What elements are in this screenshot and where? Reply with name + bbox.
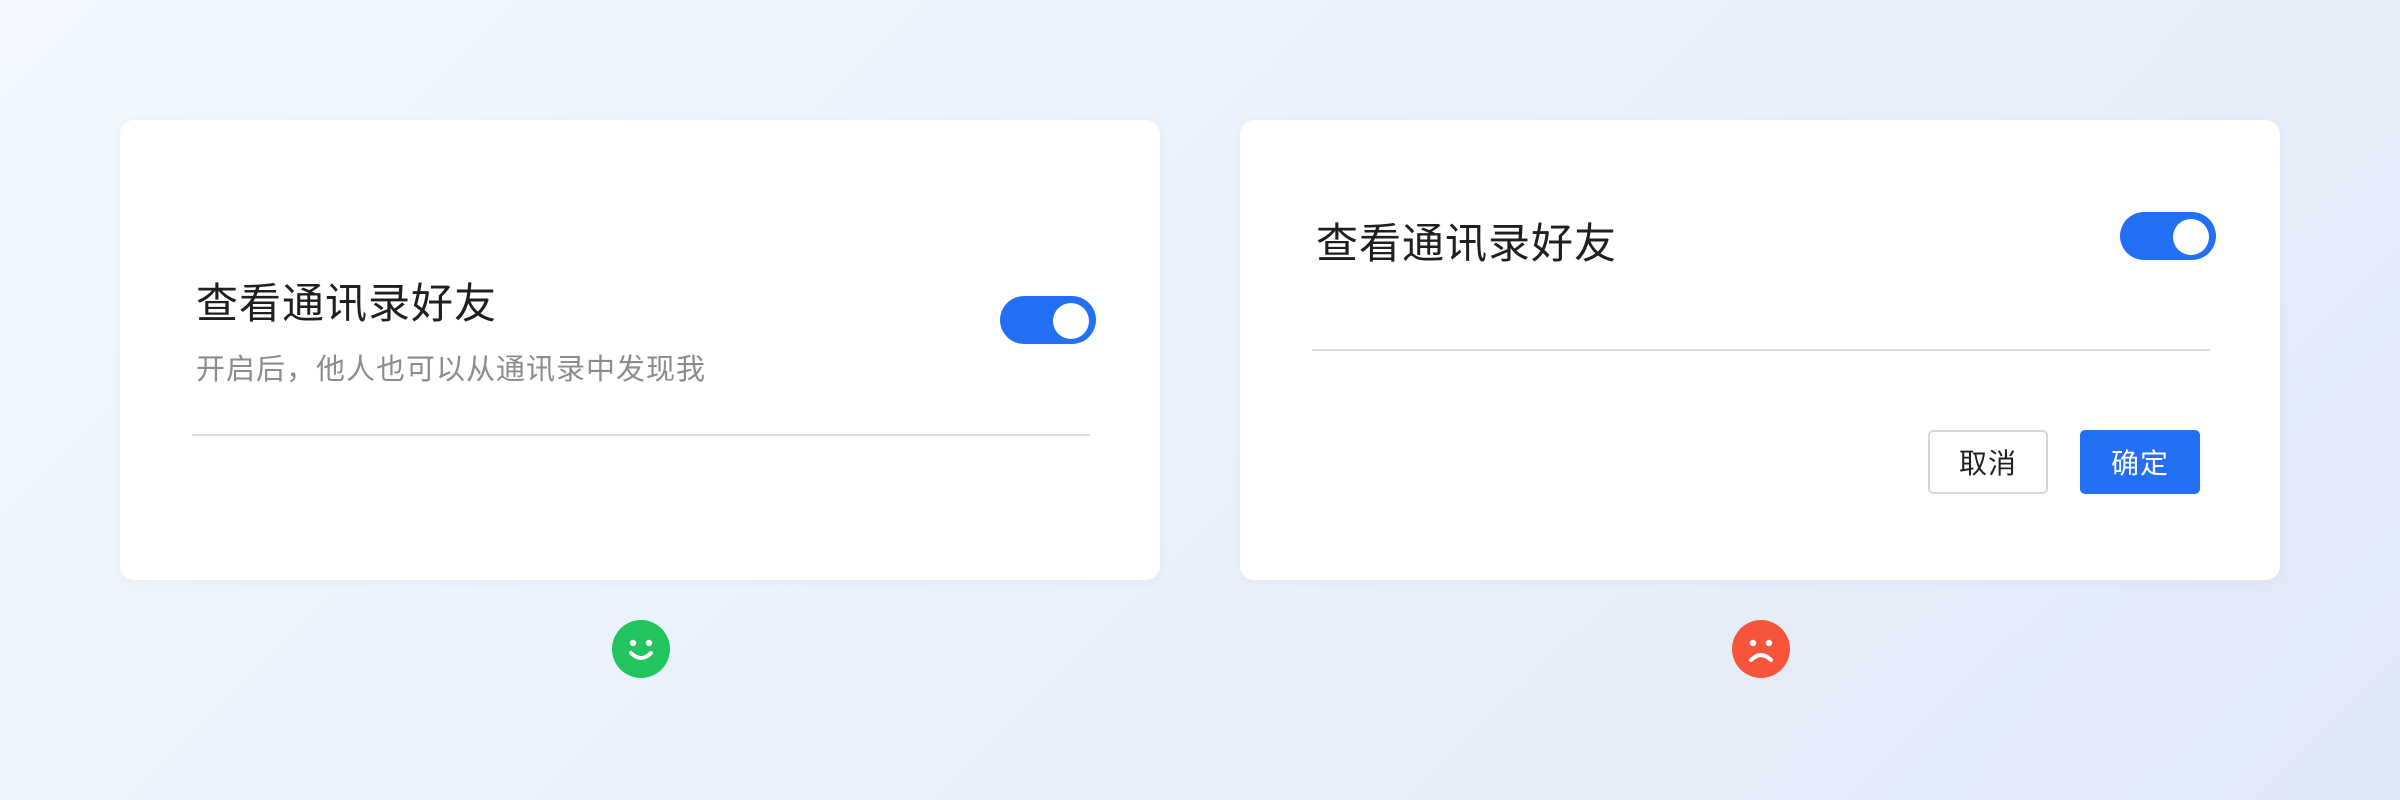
setting-description: 开启后，他人也可以从通讯录中发现我: [196, 352, 707, 386]
cancel-button[interactable]: 取消: [1928, 430, 2048, 494]
contacts-discovery-toggle[interactable]: [1000, 296, 1096, 344]
divider: [192, 434, 1090, 436]
contacts-discovery-toggle[interactable]: [2120, 212, 2216, 260]
toggle-knob: [2173, 219, 2209, 255]
divider: [1312, 349, 2210, 351]
confirm-button[interactable]: 确定: [2080, 430, 2200, 494]
toggle-knob: [1053, 303, 1089, 339]
setting-title: 查看通讯录好友: [196, 279, 498, 328]
good-example-card: 查看通讯录好友 开启后，他人也可以从通讯录中发现我: [120, 120, 1160, 580]
setting-title: 查看通讯录好友: [1316, 219, 1618, 268]
frown-icon: [1732, 620, 1790, 678]
smile-icon: [612, 620, 670, 678]
bad-example-card: 查看通讯录好友 取消 确定: [1240, 120, 2280, 580]
